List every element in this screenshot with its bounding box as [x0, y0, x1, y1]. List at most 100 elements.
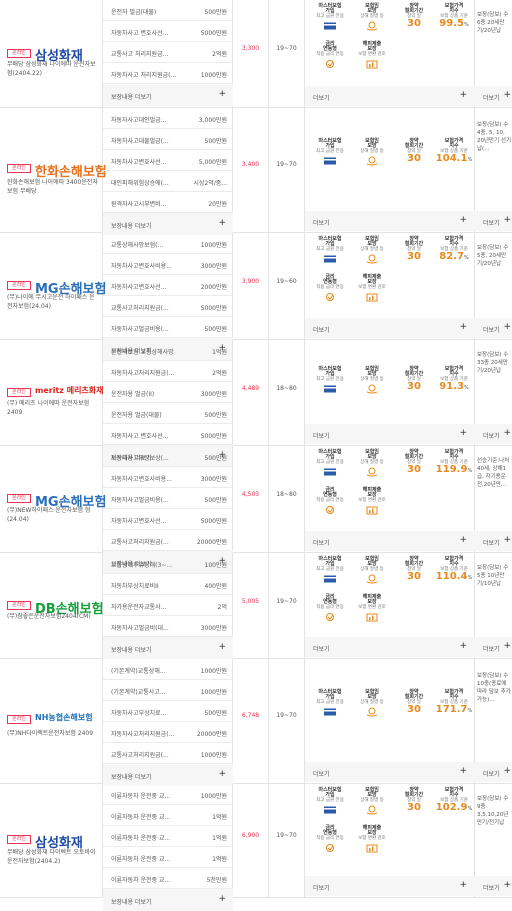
coverage-list: 운전자보험 교통상해사망 1억원 자동차사고처리지원금(... 2억원 운전자용 벌금(…: [103, 340, 233, 467]
coverage-item: 교통상해후유장해(3~... 100만원: [103, 553, 233, 574]
feature-refund2: 해피제출 보장 보험 변환 검토: [351, 826, 393, 853]
feature-accident_cover: 보험임 모방 상해 질병 등: [351, 4, 393, 31]
coverage-item: (기본계약)교통상해... 1000만원: [103, 659, 233, 680]
product-name[interactable]: (무)NEW하이패스 운전자보험 형(24.04): [7, 506, 99, 524]
more-coverage-button[interactable]: 보장내용 더보기 +: [103, 637, 233, 659]
age-range: 19~70: [269, 784, 305, 897]
more-coverage-label: 보장내용 더보기: [111, 899, 152, 906]
feature-title: 금리 연동형: [323, 594, 337, 605]
summary-more-button[interactable]: 더보기 +: [475, 762, 512, 782]
feature-electric_car: 마스터보험 가입 최고 금원 전용: [309, 788, 351, 815]
feature-more-button[interactable]: 더보기 +: [305, 318, 475, 338]
feature-more-button[interactable]: 더보기 +: [305, 876, 475, 896]
plus-icon: +: [459, 215, 467, 225]
more-coverage-label: 보장내용 더보기: [111, 647, 152, 654]
summary-more-button[interactable]: 더보기 +: [475, 637, 512, 657]
feature-title: 보험가격 지수: [444, 556, 464, 567]
feature-title: 보험가격 지수: [444, 449, 464, 460]
company-logo[interactable]: meritz 메리츠화재: [35, 385, 104, 396]
product-name[interactable]: (무) 메리츠 나이에따 운전자보험 2409: [7, 399, 99, 417]
reward-days: 30: [407, 381, 421, 392]
coverage-item: 교통사고 처리지원금... 2억원: [103, 42, 233, 63]
feature-premium_index: 보험가격 지수 보험 상품 기준 119.9%: [433, 449, 475, 475]
coverage-name: 자동차사고벌금비용(...: [111, 497, 169, 504]
coverage-amount: 1000만원: [200, 752, 227, 759]
age-range: 19~70: [269, 108, 305, 232]
summary-more-button[interactable]: 더보기 +: [475, 318, 512, 338]
coverage-name: 자동차사고부상치료...: [111, 710, 167, 717]
feature-more-button[interactable]: 더보기 +: [305, 424, 475, 444]
coverage-item: 자동차사고처리지원금(... 2억원: [103, 361, 233, 382]
coverage-name: 대인피해위험상승에(...: [111, 180, 169, 187]
more-coverage-button[interactable]: 보장내용 더보기 +: [103, 213, 233, 235]
summary-more-button[interactable]: 더보기 +: [475, 424, 512, 444]
coverage-name: 자동차사고처리지원금(...: [111, 370, 175, 377]
premium-price: 4,489: [233, 340, 269, 445]
feature-panel: 마스터보험 가입 최고 금원 전용 보험임 모방 상해 질병 등 창약 철회기간 창약 일…: [305, 659, 475, 783]
feature-title: 보험가격 지수: [444, 366, 464, 377]
coverage-amount: 100만원: [204, 562, 228, 569]
coverage-amount: 2억: [217, 604, 227, 611]
coverage-item: 자동차사고부상보상(... 500만원: [103, 446, 233, 467]
feature-refund2: 해피제출 보장 보험 변환 검토: [351, 275, 393, 302]
reward-days: 30: [407, 464, 421, 475]
coverage-name: 이륜자동차 운전중 교...: [111, 856, 171, 863]
summary-more-button[interactable]: 더보기 +: [475, 531, 512, 551]
feature-premium_index: 보험가격 지수 보험 상품 기준 110.4%: [433, 556, 475, 582]
product-name[interactable]: (무)나이에 무시고운전 하이패스 운전자보험(24.04): [7, 293, 99, 311]
coverage-name: 자가용운전자교통사...: [111, 604, 167, 611]
coverage-item: 자동차사고 변호사선... 5000만원: [103, 21, 233, 42]
feature-more-button[interactable]: 더보기 +: [305, 86, 475, 106]
feature-electric_car: 마스터보험 가입 최고 금원 전용: [309, 237, 351, 264]
percent-unit: %: [467, 468, 473, 474]
feature-sub: 상해 질병 등: [360, 567, 384, 572]
percent-unit: %: [467, 157, 473, 163]
product-name[interactable]: (무)참좋은운전자보험2404(CM): [7, 612, 99, 621]
coverage-amount: 3,000만원: [198, 117, 227, 124]
feature-more-button[interactable]: 더보기 +: [305, 637, 475, 657]
feature-electric_car: 마스터보험 가입 최고 금원 전용: [309, 450, 351, 477]
product-name[interactable]: 한화손해보험 나이에따 3400운전자보험 무배당: [7, 178, 99, 196]
online-badge: 온라인: [7, 388, 31, 397]
age-range: 19~60: [269, 233, 305, 339]
coverage-item: 자동차사고대인벌금... 3,000만원: [103, 108, 233, 129]
summary-more-button[interactable]: 더보기 +: [475, 876, 512, 896]
coverage-amount: 1억원: [212, 814, 227, 821]
coverage-item: 원격자사고시부변비... 20만원: [103, 192, 233, 213]
feature-title: 보험가격 지수: [444, 787, 464, 798]
product-name[interactable]: 무배당 삼성화재 다이렉트 오토바이 운전자보험(2404.2): [7, 848, 99, 866]
company-cell: 온라인 삼성화재 무배당 삼성화재 다이렉트 오토바이 운전자보험(2404.2): [0, 784, 103, 897]
coverage-item: 이륜자동차 운전중 교... 1억원: [103, 805, 233, 826]
coverage-amount: 1000만원: [200, 668, 227, 675]
summary-more-button[interactable]: 더보기 +: [475, 86, 512, 106]
coverage-amount: 3000만원: [200, 263, 227, 270]
premium-price: 6,748: [233, 659, 269, 783]
more-coverage-button[interactable]: 보장내용 더보기 +: [103, 84, 233, 106]
coverage-amount: 500만원: [204, 710, 228, 717]
feature-electric_car: 마스터보험 가입 최고 금원 전용: [309, 4, 351, 31]
feature-more-button[interactable]: 더보기 +: [305, 762, 475, 782]
more-coverage-button[interactable]: 보장내용 더보기 +: [103, 889, 233, 911]
coverage-amount: 1억원: [212, 835, 227, 842]
coverage-item: 자동차사고 처리지원금(... 1000만원: [103, 63, 233, 84]
company-cell: 온라인 한화손해보험 한화손해보험 나이에따 3400운전자보험 무배당: [0, 108, 107, 232]
more-label: 더보기: [313, 771, 330, 778]
company-logo[interactable]: NH농협손해보험: [35, 712, 93, 723]
feature-sub: 보험 변환 검토: [358, 52, 386, 57]
feature-refund2: 해피제출 보장 보험 변환 검토: [351, 488, 393, 515]
plus-icon: +: [503, 535, 511, 545]
coverage-amount: 500만원: [204, 138, 228, 145]
product-name[interactable]: 무배당 삼성화재 나이에따 운전자보험(2404.22): [7, 60, 99, 78]
feature-more-button[interactable]: 더보기 +: [305, 531, 475, 551]
feature-title: 마스터보험 가입: [318, 689, 342, 700]
feature-title: 보험임 모방: [365, 3, 379, 14]
feature-more-button[interactable]: 더보기 +: [305, 211, 475, 231]
percent-unit: %: [467, 806, 473, 812]
feature-accident_cover: 보험임 모방 상해 질병 등: [351, 367, 393, 394]
product-name[interactable]: (무)NH다이렉트운전자보험 2409: [7, 729, 99, 738]
summary-more-button[interactable]: 더보기 +: [475, 211, 512, 231]
more-coverage-button[interactable]: 보장내용 더보기 +: [103, 764, 233, 786]
premium-index-value: 99.5%: [433, 18, 475, 29]
coverage-item: 자동차사고부상치료... 500만원: [103, 701, 233, 722]
premium-index: 99.5: [439, 18, 464, 29]
